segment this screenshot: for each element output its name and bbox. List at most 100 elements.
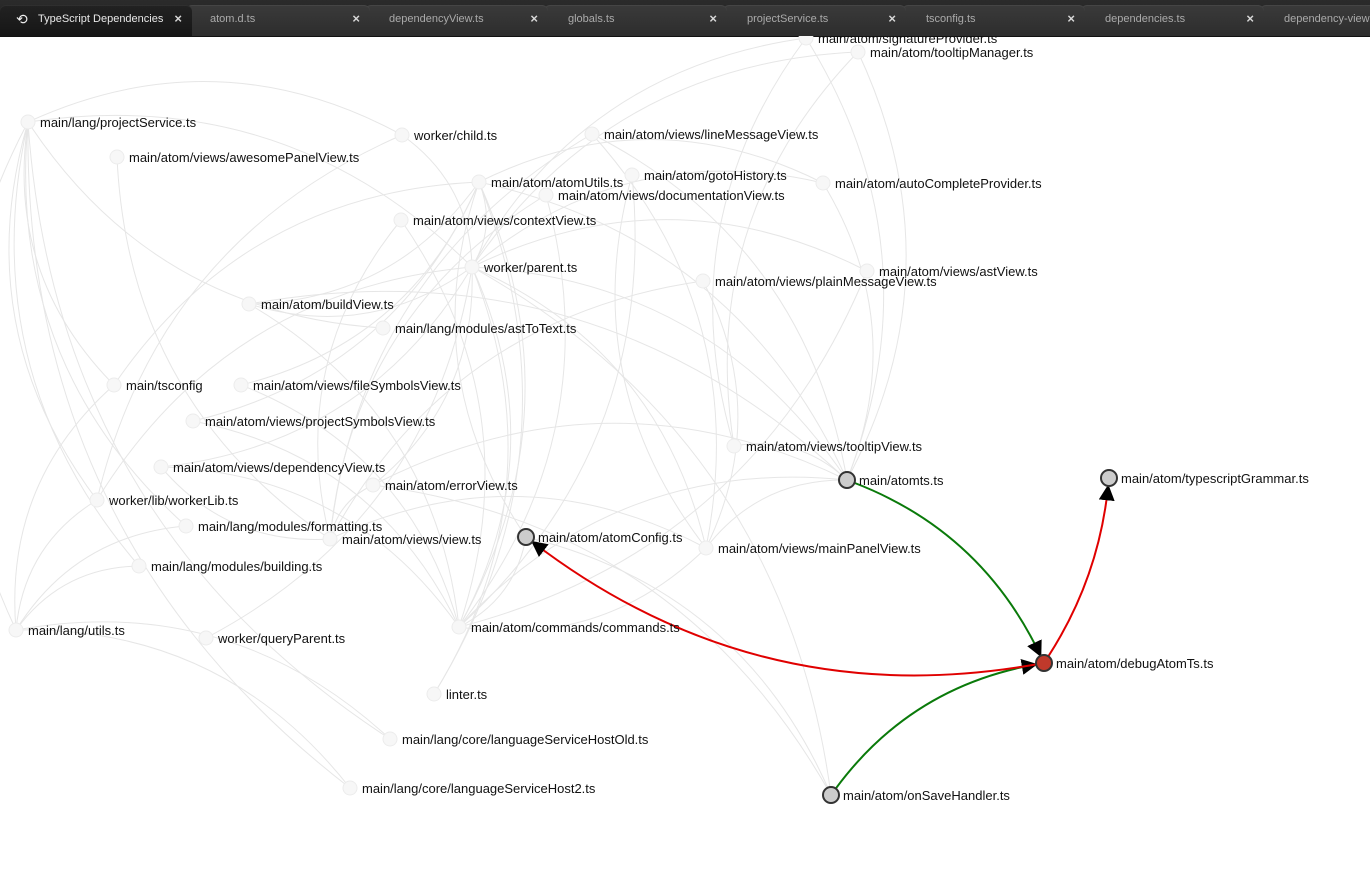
tab-close-icon[interactable]: × (174, 5, 182, 33)
node-circle[interactable] (375, 320, 391, 336)
node-circle[interactable] (131, 558, 147, 574)
node-circle[interactable] (185, 413, 201, 429)
graph-node-contextView[interactable]: main/atom/views/contextView.ts (393, 212, 597, 228)
node-circle[interactable] (178, 518, 194, 534)
faint-edge (805, 37, 885, 481)
tab-close-icon[interactable]: × (1246, 5, 1254, 33)
node-circle[interactable] (109, 149, 125, 165)
node-circle[interactable] (426, 686, 442, 702)
tab-6[interactable]: tsconfig.ts × (902, 5, 1085, 36)
graph-node-errorView[interactable]: main/atom/errorView.ts (365, 477, 518, 493)
graph-node-tooltipManager[interactable]: main/atom/tooltipManager.ts (850, 44, 1034, 60)
graph-node-projectSymbolsView[interactable]: main/atom/views/projectSymbolsView.ts (185, 413, 436, 429)
graph-node-linter[interactable]: linter.ts (426, 686, 488, 702)
graph-node-debugAtomTs[interactable]: main/atom/debugAtomTs.ts (1035, 654, 1214, 672)
faint-edge (27, 121, 351, 789)
dependency-graph-icon: ⟲ (16, 11, 28, 27)
node-circle[interactable] (342, 780, 358, 796)
graph-node-buildView[interactable]: main/atom/buildView.ts (241, 296, 394, 312)
node-circle[interactable] (584, 126, 600, 142)
node-circle[interactable] (822, 786, 840, 804)
graph-node-atomts[interactable]: main/atomts.ts (838, 471, 944, 489)
tab-close-icon[interactable]: × (888, 5, 896, 33)
node-circle[interactable] (393, 212, 409, 228)
node-circle[interactable] (517, 528, 535, 546)
graph-node-building[interactable]: main/lang/modules/building.ts (131, 558, 323, 574)
tab-close-icon[interactable]: × (1067, 5, 1075, 33)
graph-node-onSaveHandler[interactable]: main/atom/onSaveHandler.ts (822, 786, 1010, 804)
tab-close-icon[interactable]: × (709, 5, 717, 33)
tab-7[interactable]: dependencies.ts × (1081, 5, 1264, 36)
node-circle[interactable] (20, 114, 36, 130)
node-circle[interactable] (1035, 654, 1053, 672)
node-circle[interactable] (322, 531, 338, 547)
tab-8[interactable]: dependency-view.le (1260, 5, 1370, 36)
node-label: worker/queryParent.ts (217, 631, 346, 646)
faint-edge (591, 133, 848, 481)
faint-edge (96, 134, 403, 501)
node-circle[interactable] (698, 540, 714, 556)
graph-node-fileSymbolsView[interactable]: main/atom/views/fileSymbolsView.ts (233, 377, 461, 393)
node-circle[interactable] (451, 619, 467, 635)
node-circle[interactable] (464, 259, 480, 275)
tab-2[interactable]: atom.d.ts × (186, 5, 370, 36)
tab-3[interactable]: dependencyView.ts × (365, 5, 548, 36)
node-circle[interactable] (233, 377, 249, 393)
node-circle[interactable] (365, 477, 381, 493)
outgoing-edge-debugAtomTs-to-typescriptGrammar (1047, 484, 1115, 657)
node-circle[interactable] (198, 630, 214, 646)
graph-node-awesomePanelView[interactable]: main/atom/views/awesomePanelView.ts (109, 149, 360, 165)
tab-4[interactable]: globals.ts × (544, 5, 727, 36)
graph-node-plainMessageView[interactable]: main/atom/views/plainMessageView.ts (695, 273, 937, 289)
node-circle[interactable] (695, 273, 711, 289)
graph-node-projectService[interactable]: main/lang/projectService.ts (20, 114, 197, 130)
faint-edge (822, 182, 874, 481)
graph-node-queryParent[interactable]: worker/queryParent.ts (198, 630, 346, 646)
node-circle[interactable] (815, 175, 831, 191)
graph-node-lsHost2[interactable]: main/lang/core/languageServiceHost2.ts (342, 780, 596, 796)
graph-node-documentationView[interactable]: main/atom/views/documentationView.ts (538, 187, 785, 203)
graph-node-view[interactable]: main/atom/views/view.ts (322, 531, 482, 547)
tab-close-icon[interactable]: × (352, 5, 360, 33)
node-circle[interactable] (106, 377, 122, 393)
node-circle[interactable] (382, 731, 398, 747)
graph-node-astToText[interactable]: main/lang/modules/astToText.ts (375, 320, 577, 336)
faint-edge (23, 121, 115, 386)
node-circle[interactable] (850, 44, 866, 60)
graph-node-lsHostOld[interactable]: main/lang/core/languageServiceHostOld.ts (382, 731, 649, 747)
graph-node-gotoHistory[interactable]: main/atom/gotoHistory.ts (624, 167, 787, 183)
tab-close-icon[interactable]: × (530, 5, 538, 33)
node-circle[interactable] (726, 438, 742, 454)
node-circle[interactable] (153, 459, 169, 475)
tab-label: atom.d.ts (210, 13, 256, 25)
graph-node-atomConfig[interactable]: main/atom/atomConfig.ts (517, 528, 683, 546)
graph-node-typescriptGrammar[interactable]: main/atom/typescriptGrammar.ts (1100, 469, 1309, 487)
node-circle[interactable] (471, 174, 487, 190)
node-circle[interactable] (838, 471, 856, 489)
graph-node-tsconfig[interactable]: main/tsconfig (106, 377, 203, 393)
graph-node-tooltipView[interactable]: main/atom/views/tooltipView.ts (726, 438, 923, 454)
tab-5[interactable]: projectService.ts × (723, 5, 906, 36)
node-circle[interactable] (394, 127, 410, 143)
node-circle[interactable] (624, 167, 640, 183)
tab-1[interactable]: ⟲ TypeScript Dependencies × (0, 5, 192, 36)
graph-node-lineMessageView[interactable]: main/atom/views/lineMessageView.ts (584, 126, 819, 142)
node-circle[interactable] (89, 492, 105, 508)
incoming-edge-atomts-to-debugAtomTs (854, 481, 1042, 658)
node-circle[interactable] (8, 622, 24, 638)
graph-node-commands[interactable]: main/atom/commands/commands.ts (451, 619, 680, 635)
graph-node-mainPanelView[interactable]: main/atom/views/mainPanelView.ts (698, 540, 921, 556)
node-label: main/lang/modules/astToText.ts (395, 321, 577, 336)
node-label: main/lang/core/languageServiceHostOld.ts (402, 732, 649, 747)
node-circle[interactable] (241, 296, 257, 312)
node-label: main/atom/errorView.ts (385, 478, 518, 493)
node-label: main/atom/views/documentationView.ts (558, 188, 785, 203)
graph-node-autoComplete[interactable]: main/atom/autoCompleteProvider.ts (815, 175, 1042, 191)
tab-label: dependencyView.ts (389, 13, 484, 25)
graph-node-workerLib[interactable]: worker/lib/workerLib.ts (89, 492, 239, 508)
node-circle[interactable] (1100, 469, 1118, 487)
graph-node-dependencyView[interactable]: main/atom/views/dependencyView.ts (153, 459, 386, 475)
node-circle[interactable] (538, 187, 554, 203)
graph-node-utils[interactable]: main/lang/utils.ts (8, 622, 125, 638)
node-label: main/atom/views/fileSymbolsView.ts (253, 378, 461, 393)
